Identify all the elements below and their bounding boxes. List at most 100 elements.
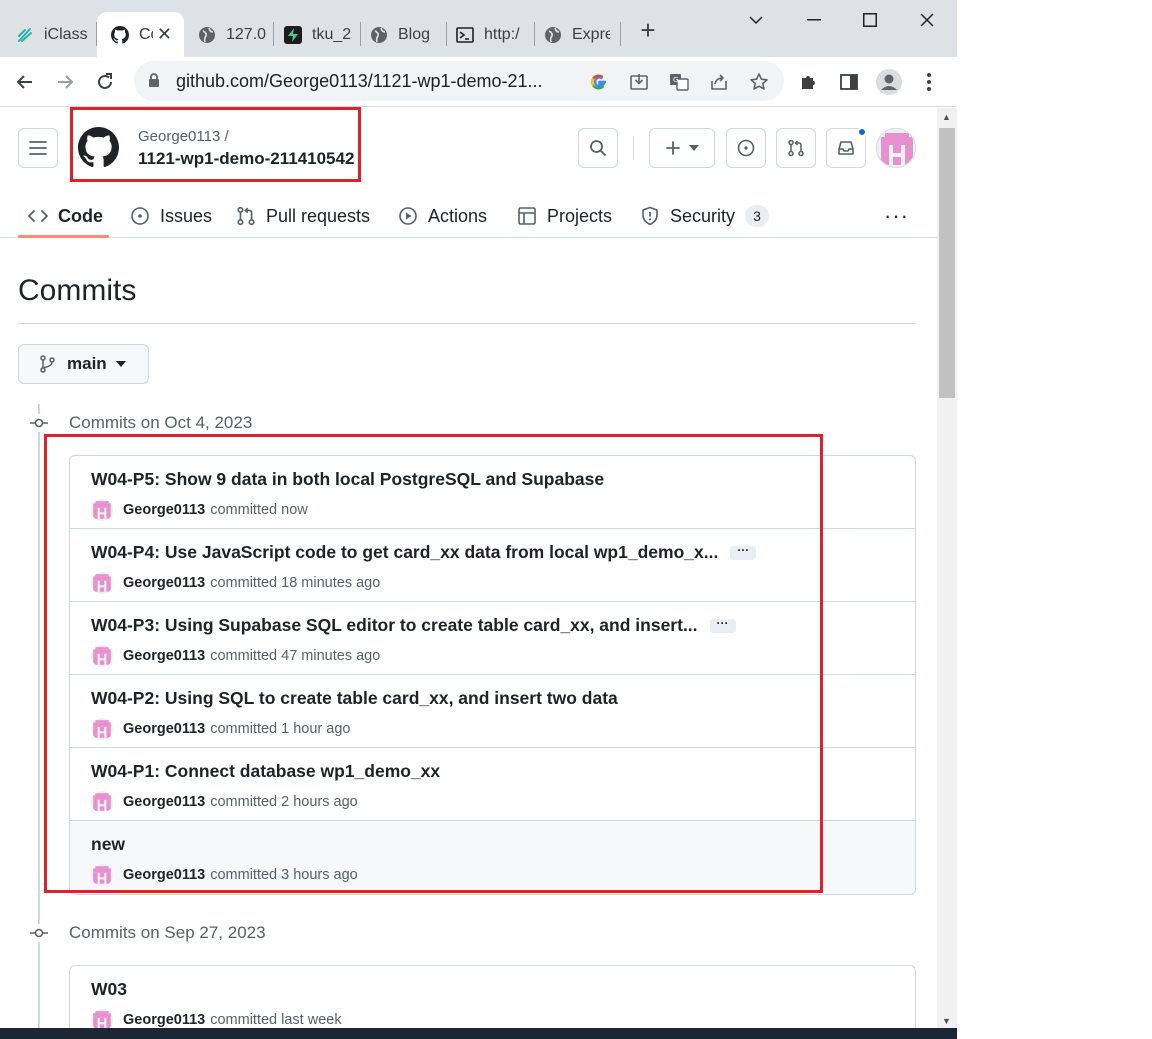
os-taskbar bbox=[0, 1028, 957, 1039]
github-logo-icon[interactable] bbox=[78, 127, 119, 173]
tab-close-icon[interactable]: ✕ bbox=[157, 24, 172, 45]
create-new-button[interactable] bbox=[649, 128, 715, 168]
commit-message-link[interactable]: W04-P1: Connect database wp1_demo_xx bbox=[91, 761, 440, 782]
back-arrow-icon[interactable] bbox=[10, 67, 40, 97]
commit-author-link[interactable]: George0113 bbox=[123, 794, 205, 810]
minimize-icon[interactable] bbox=[794, 6, 834, 34]
author-avatar[interactable] bbox=[91, 572, 113, 594]
close-window-icon[interactable] bbox=[907, 6, 947, 34]
commit-message-link[interactable]: new bbox=[91, 834, 125, 855]
new-tab-button[interactable]: + bbox=[636, 17, 660, 43]
commit-row[interactable]: W04-P1: Connect database wp1_demo_xx Geo… bbox=[70, 748, 915, 821]
commit-row[interactable]: W04-P2: Using SQL to create table card_x… bbox=[70, 675, 915, 748]
commit-time: committed 1 hour ago bbox=[210, 721, 351, 737]
forward-arrow-icon[interactable] bbox=[50, 67, 80, 97]
commit-message-link[interactable]: W04-P4: Use JavaScript code to get card_… bbox=[91, 542, 757, 563]
commit-author-link[interactable]: George0113 bbox=[123, 502, 205, 518]
commit-row[interactable]: W04-P3: Using Supabase SQL editor to cre… bbox=[70, 602, 915, 675]
tab-github-commits[interactable]: Co ✕ bbox=[97, 12, 184, 57]
tab-express[interactable]: Expre bbox=[530, 12, 620, 57]
desktop-background bbox=[957, 0, 1152, 1039]
issues-button[interactable] bbox=[726, 128, 766, 168]
commit-meta: George0113 committed 3 hours ago bbox=[91, 864, 358, 886]
iclass-icon bbox=[16, 26, 34, 44]
url-text[interactable]: github.com/George0113/1121-wp1-demo-21..… bbox=[176, 71, 543, 92]
commit-author-link[interactable]: George0113 bbox=[123, 721, 205, 737]
commit-author-link[interactable]: George0113 bbox=[123, 575, 205, 591]
scrollbar-thumb[interactable] bbox=[939, 128, 955, 398]
play-circle-icon bbox=[399, 207, 417, 225]
scroll-up-arrow-icon[interactable]: ▲ bbox=[942, 112, 951, 122]
tab-search-chevron-icon[interactable] bbox=[736, 6, 776, 34]
github-icon bbox=[111, 25, 129, 44]
commit-author-link[interactable]: George0113 bbox=[123, 1012, 205, 1028]
tab-localhost[interactable]: 127.0 bbox=[184, 12, 269, 57]
page-scrollbar[interactable]: ▲ ▼ bbox=[937, 108, 957, 1028]
commit-group-title: Commits on Oct 4, 2023 bbox=[69, 413, 253, 432]
hamburger-menu-button[interactable] bbox=[18, 128, 58, 168]
user-avatar[interactable] bbox=[876, 128, 916, 168]
share-icon[interactable] bbox=[708, 71, 730, 93]
scroll-down-arrow-icon[interactable]: ▼ bbox=[942, 1016, 951, 1026]
commit-row[interactable]: W04-P4: Use JavaScript code to get card_… bbox=[70, 529, 915, 602]
tab-pull-requests[interactable]: Pull requests bbox=[236, 194, 370, 238]
commit-row[interactable]: W03 George0113 committed last week bbox=[70, 966, 915, 1028]
pull-requests-button[interactable] bbox=[776, 128, 816, 168]
commit-message-link[interactable]: W03 bbox=[91, 979, 127, 1000]
commit-time: committed last week bbox=[210, 1012, 342, 1028]
reload-icon[interactable] bbox=[90, 67, 120, 97]
author-avatar[interactable] bbox=[91, 645, 113, 667]
commit-row[interactable]: new George0113 committed 3 hours ago bbox=[70, 821, 915, 894]
author-avatar[interactable] bbox=[91, 499, 113, 521]
issue-opened-icon bbox=[737, 139, 755, 157]
commit-meta: George0113 committed last week bbox=[91, 1009, 342, 1028]
author-avatar[interactable] bbox=[91, 1009, 113, 1028]
tab-security[interactable]: Security 3 bbox=[640, 194, 770, 238]
commit-list: W03 George0113 committed last week bbox=[69, 965, 916, 1028]
table-icon bbox=[518, 207, 536, 225]
bookmark-star-icon[interactable] bbox=[748, 71, 770, 93]
expand-message-button[interactable]: ··· bbox=[730, 544, 757, 561]
branch-select-button[interactable]: main bbox=[18, 344, 149, 384]
browser-menu-icon[interactable] bbox=[916, 69, 942, 95]
commit-author-link[interactable]: George0113 bbox=[123, 867, 205, 883]
search-button[interactable] bbox=[578, 128, 618, 168]
commit-message-link[interactable]: W04-P2: Using SQL to create table card_x… bbox=[91, 688, 618, 709]
translate-icon[interactable]: G bbox=[668, 71, 690, 93]
author-avatar[interactable] bbox=[91, 718, 113, 740]
author-avatar[interactable] bbox=[91, 864, 113, 886]
tab-projects[interactable]: Projects bbox=[517, 194, 612, 238]
address-bar[interactable]: github.com/George0113/1121-wp1-demo-21..… bbox=[134, 61, 784, 101]
commit-row[interactable]: W04-P5: Show 9 data in both local Postgr… bbox=[70, 456, 915, 529]
supabase-icon bbox=[284, 25, 302, 44]
commit-author-link[interactable]: George0113 bbox=[123, 648, 205, 664]
tab-iclass[interactable]: iClass bbox=[2, 12, 94, 57]
commit-message-link[interactable]: W04-P5: Show 9 data in both local Postgr… bbox=[91, 469, 604, 490]
tab-issues[interactable]: Issues bbox=[130, 194, 212, 238]
repo-header: George0113 / 1121-wp1-demo-211410542 Cod… bbox=[0, 108, 937, 238]
more-tabs-button[interactable]: ··· bbox=[884, 194, 909, 238]
tab-http[interactable]: http:/ bbox=[442, 12, 534, 57]
lock-icon[interactable] bbox=[148, 73, 160, 93]
commit-time: committed 3 hours ago bbox=[210, 867, 358, 883]
tab-blog[interactable]: Blog bbox=[356, 12, 446, 57]
tab-code[interactable]: Code bbox=[28, 194, 103, 238]
tab-actions[interactable]: Actions bbox=[398, 194, 487, 238]
repo-name-link[interactable]: 1121-wp1-demo-211410542 bbox=[138, 149, 354, 169]
shield-icon bbox=[642, 206, 658, 226]
commit-time: committed 18 minutes ago bbox=[210, 575, 381, 591]
expand-message-button[interactable]: ··· bbox=[709, 617, 736, 634]
author-avatar[interactable] bbox=[91, 791, 113, 813]
maximize-icon[interactable] bbox=[850, 6, 890, 34]
side-panel-icon[interactable] bbox=[836, 69, 862, 95]
extensions-puzzle-icon[interactable] bbox=[796, 69, 822, 95]
tab-pull-requests-label: Pull requests bbox=[266, 205, 371, 226]
tab-supabase[interactable]: tku_2 bbox=[270, 12, 358, 57]
tab-security-label: Security bbox=[670, 205, 736, 226]
profile-icon[interactable] bbox=[876, 69, 902, 95]
google-lens-icon[interactable] bbox=[588, 71, 610, 93]
repo-owner-link[interactable]: George0113 / bbox=[138, 128, 229, 145]
commit-time: committed now bbox=[210, 502, 308, 518]
commit-message-link[interactable]: W04-P3: Using Supabase SQL editor to cre… bbox=[91, 615, 736, 636]
install-app-icon[interactable] bbox=[628, 71, 650, 93]
